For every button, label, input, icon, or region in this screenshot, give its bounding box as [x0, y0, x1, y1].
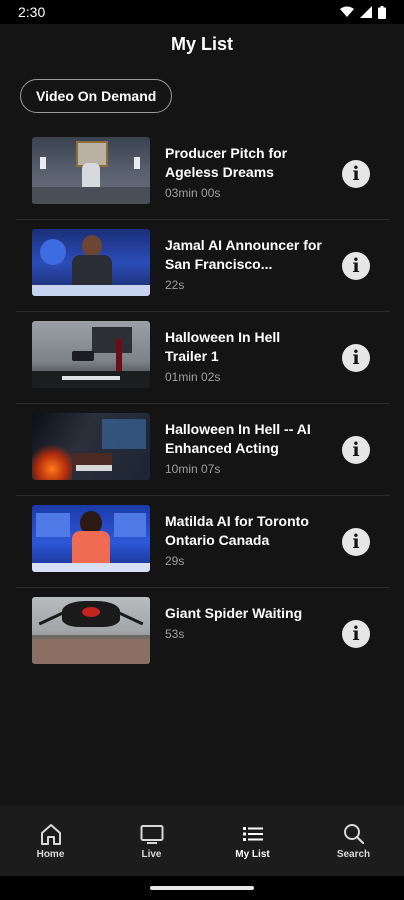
item-title: Halloween In Hell Trailer 1 — [165, 329, 281, 364]
home-gesture-pill[interactable] — [150, 886, 254, 890]
item-title: Matilda AI for Toronto Ontario Canada — [165, 513, 309, 548]
video-thumbnail[interactable] — [32, 229, 150, 296]
item-duration: 03min 00s — [165, 186, 221, 200]
status-bar: 2:30 — [0, 0, 404, 24]
list-item[interactable]: Matilda AI for Toronto Ontario Canada 29… — [16, 496, 390, 588]
status-time: 2:30 — [18, 4, 46, 20]
info-icon[interactable]: i — [342, 160, 370, 188]
video-thumbnail[interactable] — [32, 321, 150, 388]
info-icon[interactable]: i — [342, 620, 370, 648]
item-duration: 22s — [165, 278, 185, 292]
search-icon — [343, 823, 364, 844]
info-icon[interactable]: i — [342, 344, 370, 372]
home-icon — [40, 823, 61, 845]
nav-home[interactable]: Home — [0, 806, 101, 876]
video-on-demand-chip[interactable]: Video On Demand — [20, 79, 173, 113]
item-title: Giant Spider Waiting — [165, 605, 303, 621]
battery-icon — [378, 5, 386, 19]
list-item[interactable]: Producer Pitch for Ageless Dreams 03min … — [16, 128, 390, 220]
list-icon — [242, 826, 263, 841]
nav-mylist[interactable]: My List — [202, 806, 303, 876]
video-thumbnail[interactable] — [32, 413, 150, 480]
item-duration: 29s — [165, 554, 185, 568]
video-thumbnail[interactable] — [32, 597, 150, 664]
nav-live-label: Live — [141, 848, 162, 860]
list-item[interactable]: Halloween In Hell -- AI Enhanced Acting … — [16, 404, 390, 496]
gesture-bar — [0, 876, 404, 900]
status-icons — [340, 5, 386, 19]
video-thumbnail[interactable] — [32, 137, 150, 204]
list-item[interactable]: Jamal AI Announcer for San Francisco... … — [16, 220, 390, 312]
nav-mylist-label: My List — [235, 848, 270, 860]
my-list: Producer Pitch for Ageless Dreams 03min … — [16, 128, 390, 679]
item-title: Jamal AI Announcer for San Francisco... — [165, 237, 322, 272]
item-duration: 10min 07s — [165, 462, 221, 476]
item-title: Producer Pitch for Ageless Dreams — [165, 145, 288, 180]
app-screen: My List Video On Demand Producer Pitch f… — [0, 24, 404, 806]
nav-search[interactable]: Search — [303, 806, 404, 876]
list-item[interactable]: Halloween In Hell Trailer 1 01min 02s i — [16, 312, 390, 404]
nav-live[interactable]: Live — [101, 806, 202, 876]
signal-icon — [360, 6, 372, 18]
tv-icon — [140, 824, 163, 844]
info-icon[interactable]: i — [342, 252, 370, 280]
list-item[interactable]: Giant Spider Waiting 53s i — [16, 588, 390, 679]
item-duration: 53s — [165, 627, 185, 641]
nav-home-label: Home — [36, 848, 65, 860]
info-icon[interactable]: i — [342, 528, 370, 556]
video-thumbnail[interactable] — [32, 505, 150, 572]
item-title: Halloween In Hell -- AI Enhanced Acting — [165, 421, 311, 456]
wifi-icon — [340, 6, 354, 17]
info-icon[interactable]: i — [342, 436, 370, 464]
nav-search-label: Search — [336, 848, 371, 860]
page-title: My List — [170, 34, 233, 54]
item-duration: 01min 02s — [165, 370, 221, 384]
bottom-navigation: Home Live My List Search — [0, 806, 404, 876]
